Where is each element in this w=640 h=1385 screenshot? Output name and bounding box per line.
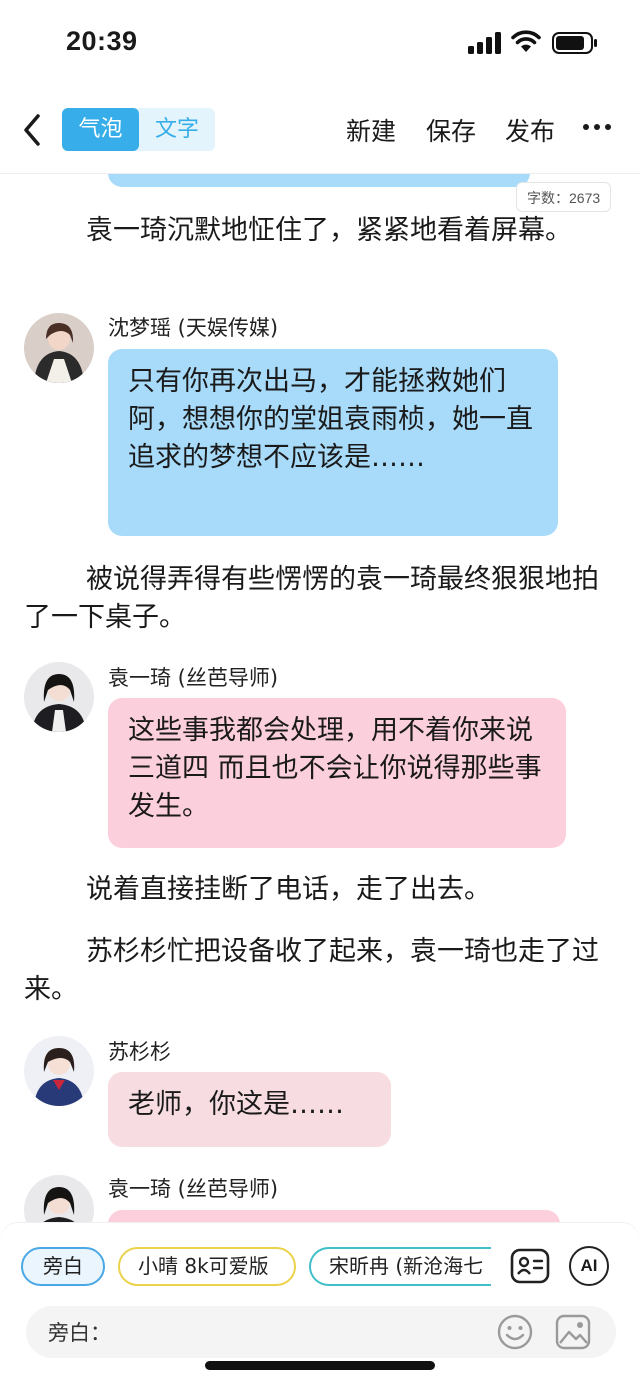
avatar[interactable] [24, 1036, 94, 1106]
battery-icon [552, 32, 597, 54]
narration-paragraph[interactable]: 苏杉杉忙把设备收了起来，袁一琦也走了过来。 [24, 933, 604, 1009]
ai-button[interactable]: AI [569, 1246, 609, 1286]
story-content[interactable]: 字数：2673 袁一琦沉默地怔住了，紧紧地看着屏幕。 沈梦瑶 (天娱传媒) 只有… [0, 174, 640, 1222]
avatar[interactable] [24, 1175, 94, 1222]
narration-paragraph[interactable]: 袁一琦沉默地怔住了，紧紧地看着屏幕。 [24, 212, 604, 250]
chat-bubble[interactable]: 这些事我都会处理，用不着你来说三道四 而且也不会让你说得那些事发生。 [108, 698, 566, 848]
speaker-name: 沈梦瑶 (天娱传媒) [108, 316, 279, 340]
tab-bubble[interactable]: 气泡 [62, 108, 139, 151]
contact-card-icon[interactable] [510, 1246, 550, 1286]
word-count-badge: 字数：2673 [516, 182, 612, 212]
role-chip[interactable]: 宋昕冉 (新沧海七 [309, 1247, 491, 1286]
avatar[interactable] [24, 313, 94, 383]
status-time: 20:39 [66, 26, 138, 56]
publish-button[interactable]: 发布 [505, 112, 555, 148]
wifi-icon [511, 30, 541, 52]
save-button[interactable]: 保存 [426, 112, 476, 148]
new-button[interactable]: 新建 [346, 112, 396, 148]
input-role-label: 旁白： [48, 1321, 111, 1345]
tab-text[interactable]: 文字 [139, 108, 215, 151]
speaker-name: 袁一琦 (丝芭导师) [108, 1177, 279, 1201]
narration-paragraph[interactable]: 被说得弄得有些愣愣的袁一琦最终狠狠地拍了一下桌子。 [24, 561, 604, 637]
status-bar: 20:39 [0, 0, 640, 88]
home-indicator [205, 1361, 435, 1370]
speaker-name: 袁一琦 (丝芭导师) [108, 666, 279, 690]
cellular-signal-icon [468, 32, 501, 54]
smile-icon[interactable] [496, 1313, 534, 1351]
image-icon[interactable] [554, 1313, 592, 1351]
composer-input[interactable]: 旁白： [26, 1306, 616, 1358]
chat-bubble[interactable] [108, 1210, 560, 1222]
top-navigation-bar: 气泡 文字 新建 保存 发布 [0, 100, 640, 162]
avatar[interactable] [24, 662, 94, 732]
role-chip-narrator[interactable]: 旁白 [21, 1247, 105, 1286]
chat-bubble[interactable]: 只有你再次出马，才能拯救她们阿，想想你的堂姐袁雨桢，她一直追求的梦想不应该是…… [108, 349, 558, 536]
more-horizontal-icon[interactable] [583, 124, 615, 134]
mode-segmented-control: 气泡 文字 [62, 108, 215, 151]
narration-paragraph[interactable]: 说着直接挂断了电话，走了出去。 [24, 871, 604, 909]
chat-bubble-partial[interactable] [108, 174, 530, 187]
chat-bubble[interactable]: 老师，你这是…… [108, 1072, 391, 1147]
chevron-left-icon[interactable] [18, 110, 48, 150]
role-chip[interactable]: 小晴 8k可爱版 [118, 1247, 296, 1286]
speaker-name: 苏杉杉 [108, 1040, 171, 1064]
